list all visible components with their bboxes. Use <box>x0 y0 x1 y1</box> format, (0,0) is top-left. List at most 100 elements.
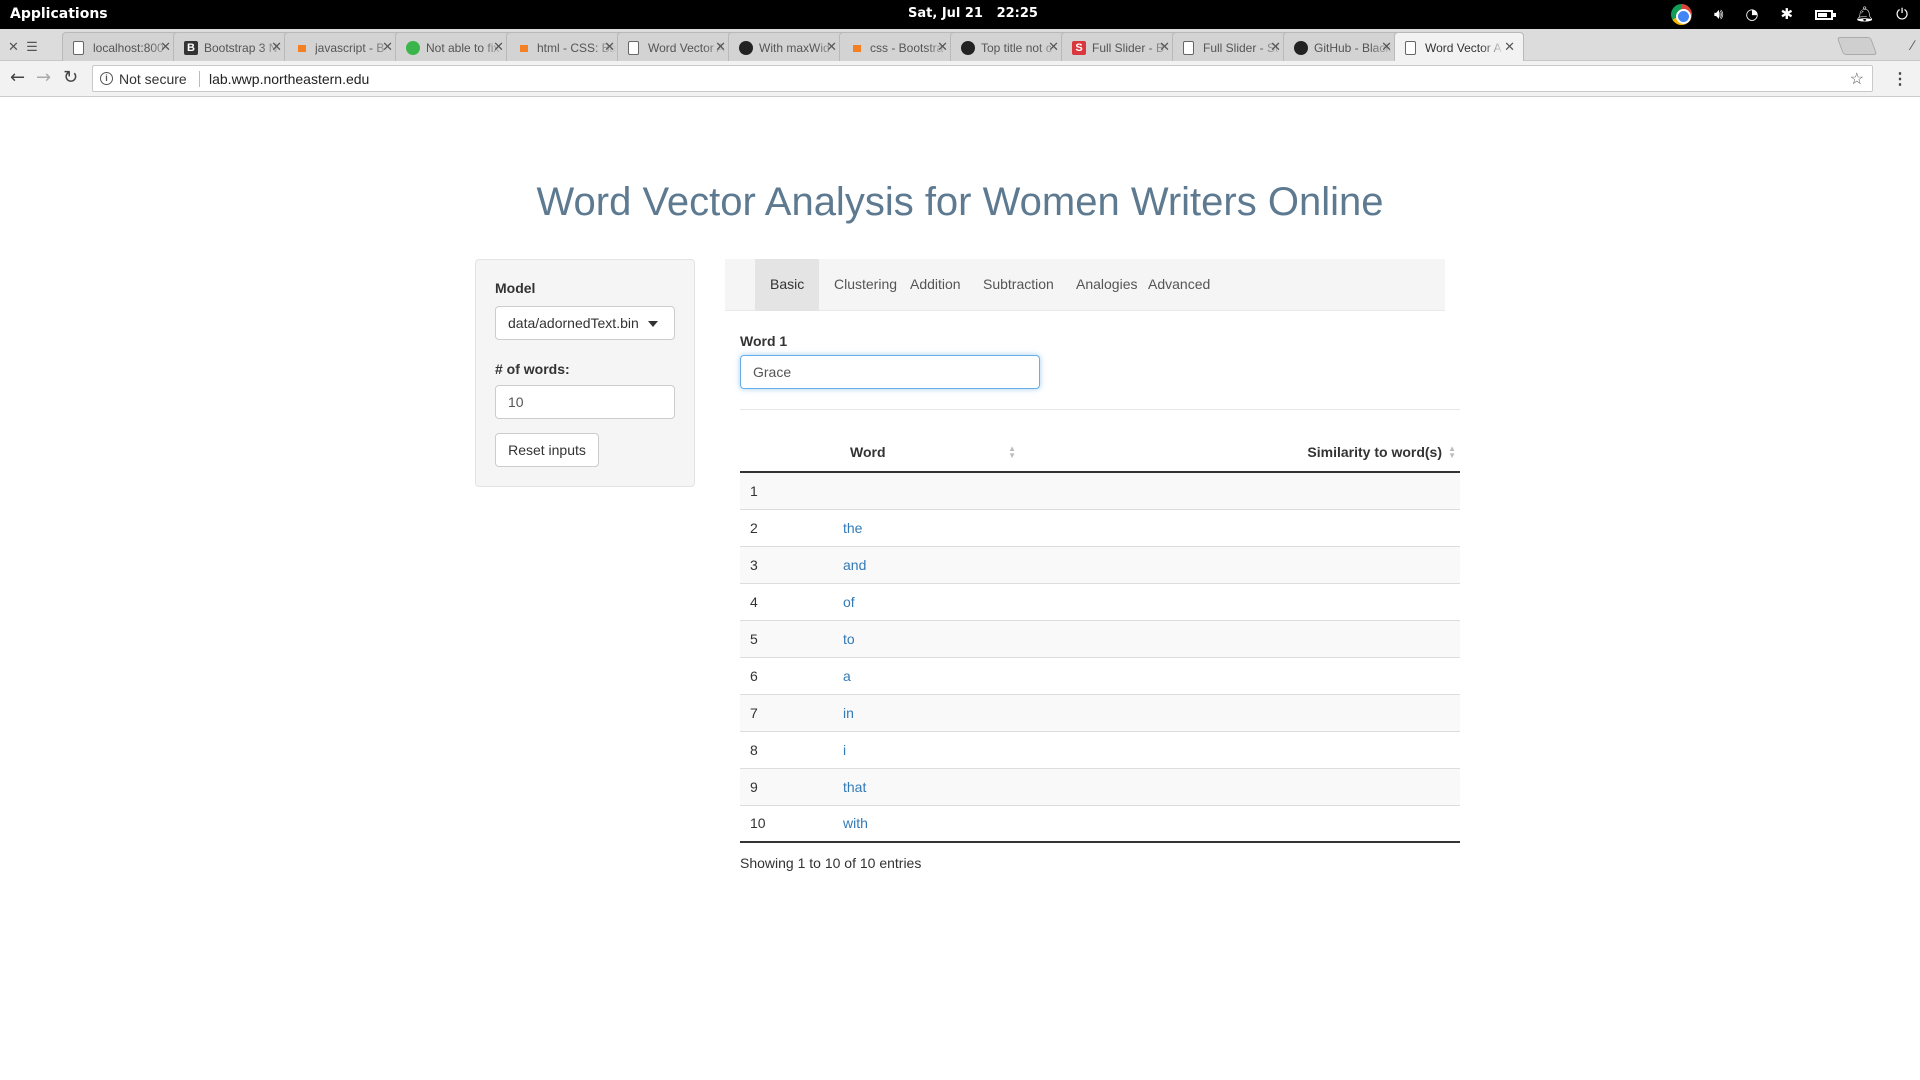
word-column-header[interactable]: Word ▲ ▼ <box>840 432 1020 473</box>
stackoverflow-icon <box>850 41 864 55</box>
tab-active[interactable]: Word Vector A ✕ <box>1394 32 1524 62</box>
browser-tab[interactable]: Not able to fix ✕ <box>395 32 513 61</box>
row-word-cell[interactable]: to <box>840 620 1020 658</box>
sort-icon[interactable]: ▲ ▼ <box>1008 445 1016 460</box>
row-similarity-cell <box>1020 509 1460 547</box>
row-index-cell: 4 <box>740 583 840 621</box>
model-select[interactable]: data/adornedText.bin <box>495 306 675 340</box>
tab-advanced[interactable]: Advanced <box>1133 259 1225 311</box>
row-word-cell[interactable]: with <box>840 805 1020 843</box>
table-row: 7 in <box>740 694 1460 732</box>
tab-close-icon[interactable]: ✕ <box>271 39 282 55</box>
chrome-icon[interactable] <box>1670 4 1692 25</box>
page-icon <box>73 41 84 55</box>
system-clock[interactable]: Sat, Jul 21 22:25 <box>908 6 1038 21</box>
clock-date: Sat, Jul 21 <box>908 6 983 21</box>
stackoverflow-icon <box>517 41 531 55</box>
row-word-cell[interactable]: a <box>840 657 1020 695</box>
tab-strip-menu-icon[interactable]: ∕ <box>1912 37 1914 53</box>
reset-inputs-button[interactable]: Reset inputs <box>495 433 599 467</box>
browser-tab[interactable]: css - Bootstra ✕ <box>839 32 957 61</box>
tab-close-icon[interactable]: ✕ <box>160 39 171 55</box>
omnibox-separator <box>199 71 200 87</box>
battery-icon[interactable] <box>1815 9 1837 20</box>
row-word-cell[interactable]: that <box>840 768 1020 806</box>
new-tab-button[interactable] <box>1836 37 1878 55</box>
info-icon[interactable]: i <box>100 72 113 85</box>
power-icon[interactable]: ⏻ <box>1896 4 1908 25</box>
row-similarity-cell <box>1020 694 1460 732</box>
slider-s-icon: S <box>1072 41 1086 55</box>
browser-tab[interactable]: S Full Slider - B ✕ <box>1061 32 1179 61</box>
row-index-cell: 10 <box>740 805 840 843</box>
row-word-cell[interactable]: of <box>840 583 1020 621</box>
bookmark-star-icon[interactable]: ☆ <box>1850 69 1864 89</box>
row-word-cell[interactable]: and <box>840 546 1020 584</box>
words-count-label: # of words: <box>495 361 570 377</box>
tab-subtraction[interactable]: Subtraction <box>968 259 1069 311</box>
tab-close-icon[interactable]: ✕ <box>493 39 504 55</box>
address-bar[interactable]: i Not secure lab.wwp.northeastern.edu ☆ <box>92 65 1873 92</box>
analysis-tabs: Basic Clustering Addition Subtraction Analog… <box>725 259 1445 311</box>
table-row: 6a <box>740 657 1460 695</box>
table-row: 3 and <box>740 546 1460 584</box>
browser-tab[interactable]: B Bootstrap 3 N ✕ <box>173 32 291 61</box>
volume-icon[interactable]: 🔊︎ <box>1714 4 1723 25</box>
table-row: 9 that <box>740 768 1460 806</box>
browser-tab[interactable]: With maxWid ✕ <box>728 32 846 61</box>
tab-close-icon[interactable]: ✕ <box>1270 39 1281 55</box>
back-arrow-icon[interactable]: ← <box>10 69 25 87</box>
tab-close-icon[interactable]: ✕ <box>1159 39 1170 55</box>
row-word-cell[interactable] <box>840 472 1020 510</box>
browser-tab[interactable]: Top title not c ✕ <box>950 32 1068 61</box>
results-table-body: 1 2 the 3 and 4 of 5 to 6 a 7 in 8 i 9 that 10 with <box>740 472 1460 843</box>
row-word-cell[interactable]: i <box>840 731 1020 769</box>
divider <box>740 409 1460 410</box>
tab-close-icon[interactable]: ✕ <box>715 39 726 55</box>
reload-icon[interactable]: ↻ <box>63 69 78 87</box>
security-label[interactable]: Not secure <box>119 71 187 87</box>
tab-overview-icon[interactable]: ✕ ☰ <box>8 39 38 55</box>
page-icon <box>628 41 639 55</box>
tab-addition[interactable]: Addition <box>895 259 976 311</box>
tab-close-icon[interactable]: ✕ <box>937 39 948 55</box>
tab-close-icon[interactable]: ✕ <box>826 39 837 55</box>
browser-menu-icon[interactable]: ⋮ <box>1892 69 1908 89</box>
browser-tab[interactable]: localhost:800 ✕ <box>62 32 180 61</box>
browser-tab[interactable]: Word Vector A ✕ <box>617 32 735 61</box>
notification-bell-icon[interactable]: 🔔︎ <box>1855 4 1874 25</box>
row-word-cell[interactable]: in <box>840 694 1020 732</box>
row-index-cell: 7 <box>740 694 840 732</box>
page-icon <box>1405 41 1416 55</box>
browser-tab[interactable]: html - CSS: Ba ✕ <box>506 32 624 61</box>
input-sidebar: Model data/adornedText.bin # of words: 1… <box>475 259 695 487</box>
tab-basic[interactable]: Basic <box>755 259 820 311</box>
wifi-icon[interactable]: ◔ <box>1745 4 1758 25</box>
tab-close-icon[interactable]: ✕ <box>1048 39 1059 55</box>
system-tray: 🔊︎ ◔ ✱ 🔔︎ ⏻ <box>1670 4 1908 25</box>
similarity-column-header[interactable]: Similarity to word(s) ▲ ▼ <box>1020 432 1460 473</box>
browser-tab[interactable]: javascript - B ✕ <box>284 32 402 61</box>
row-index-cell: 5 <box>740 620 840 658</box>
tab-close-icon[interactable]: ✕ <box>1504 39 1515 55</box>
row-similarity-cell <box>1020 583 1460 621</box>
browser-tab[interactable]: Full Slider - St ✕ <box>1172 32 1290 61</box>
table-row: 10 with <box>740 805 1460 843</box>
bluetooth-icon[interactable]: ✱ <box>1781 4 1794 25</box>
row-word-cell[interactable]: the <box>840 509 1020 547</box>
row-index-cell: 1 <box>740 472 840 510</box>
row-index-cell: 2 <box>740 509 840 547</box>
applications-menu[interactable]: Applications <box>10 6 108 22</box>
words-count-input[interactable]: 10 <box>495 385 675 419</box>
page-icon <box>1183 41 1194 55</box>
tab-close-icon[interactable]: ✕ <box>604 39 615 55</box>
sort-icon[interactable]: ▲ ▼ <box>1448 445 1456 460</box>
browser-tab[interactable]: GitHub - Black ✕ <box>1283 32 1401 61</box>
tab-close-icon[interactable]: ✕ <box>382 39 393 55</box>
url-text[interactable]: lab.wwp.northeastern.edu <box>209 71 369 87</box>
tab-close-icon[interactable]: ✕ <box>1381 39 1392 55</box>
forward-arrow-icon[interactable]: → <box>36 69 51 87</box>
table-info: Showing 1 to 10 of 10 entries <box>740 855 922 871</box>
word1-input[interactable]: Grace <box>740 355 1040 389</box>
row-similarity-cell <box>1020 620 1460 658</box>
